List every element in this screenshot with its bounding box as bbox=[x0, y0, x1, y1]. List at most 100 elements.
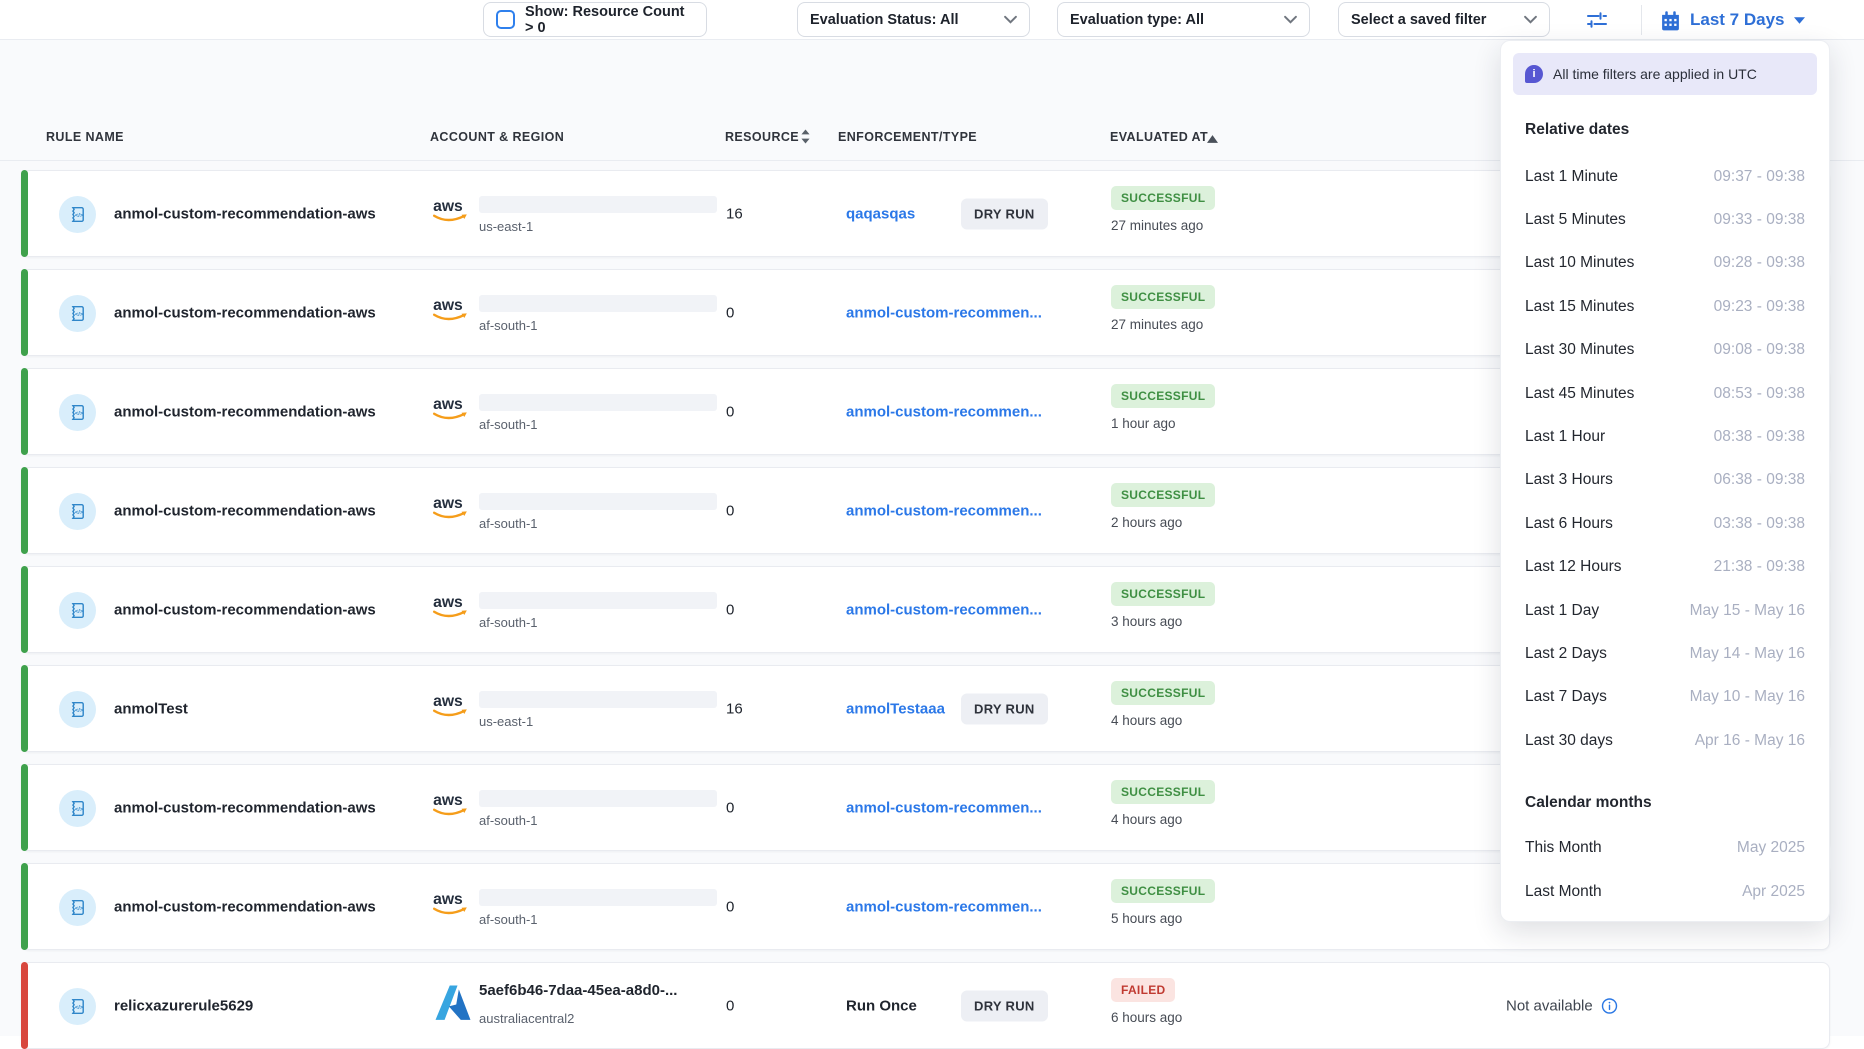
date-option-label: Last 1 Day bbox=[1525, 602, 1599, 620]
column-header-account-region: ACCOUNT & REGION bbox=[430, 130, 564, 144]
enforcement-link[interactable]: anmol-custom-recommen... bbox=[846, 304, 1042, 321]
enforcement-link[interactable]: anmolTestaaa bbox=[846, 700, 945, 717]
svg-text:</>: </> bbox=[75, 411, 84, 417]
evaluation-status-cell: SUCCESSFUL 4 hours ago bbox=[1111, 780, 1215, 827]
enforcement-link[interactable]: anmol-custom-recommen... bbox=[846, 898, 1042, 915]
date-range-option[interactable]: Last 6 Hours 03:38 - 09:38 bbox=[1501, 502, 1829, 545]
date-option-label: Last 45 Minutes bbox=[1525, 385, 1634, 403]
date-option-range: 08:38 - 09:38 bbox=[1714, 428, 1805, 446]
date-range-button[interactable]: Last 7 Days bbox=[1660, 3, 1805, 37]
svg-text:</>: </> bbox=[75, 1005, 84, 1011]
status-accent-bar bbox=[21, 764, 28, 851]
account-id-placeholder bbox=[479, 493, 717, 510]
date-option-range: 03:38 - 09:38 bbox=[1714, 515, 1805, 533]
evaluation-type-select[interactable]: Evaluation type: All bbox=[1057, 2, 1310, 37]
rule-avatar: </> bbox=[59, 790, 96, 827]
region-label: af-south-1 bbox=[479, 516, 538, 531]
rule-name: anmol-custom-recommendation-aws bbox=[114, 403, 376, 420]
region-label: af-south-1 bbox=[479, 912, 538, 927]
status-accent-bar bbox=[21, 467, 28, 554]
show-resource-count-toggle[interactable]: Show: Resource Count > 0 bbox=[483, 2, 707, 37]
enforcement-link[interactable]: anmol-custom-recommen... bbox=[846, 799, 1042, 816]
svg-text:aws: aws bbox=[433, 594, 463, 611]
date-range-option[interactable]: Last 10 Minutes 09:28 - 09:38 bbox=[1501, 242, 1829, 285]
date-range-option[interactable]: Last 1 Hour 08:38 - 09:38 bbox=[1501, 415, 1829, 458]
utc-notice-banner: i All time filters are applied in UTC bbox=[1513, 53, 1817, 95]
filter-settings-button[interactable] bbox=[1581, 5, 1613, 35]
region-label: us-east-1 bbox=[479, 714, 533, 729]
enforcement-link[interactable]: qaqasqas bbox=[846, 205, 915, 222]
date-range-option[interactable]: Last 1 Day May 15 - May 16 bbox=[1501, 589, 1829, 632]
status-badge: SUCCESSFUL bbox=[1111, 483, 1215, 507]
resource-count: 0 bbox=[726, 403, 734, 420]
enforcement-link[interactable]: anmol-custom-recommen... bbox=[846, 403, 1042, 420]
date-option-label: Last 10 Minutes bbox=[1525, 254, 1634, 272]
date-range-option[interactable]: Last 15 Minutes 09:23 - 09:38 bbox=[1501, 285, 1829, 328]
dry-run-badge: DRY RUN bbox=[961, 693, 1048, 724]
account-id: 5aef6b46-7daa-45ea-a8d0-... bbox=[479, 982, 677, 999]
svg-text:</>: </> bbox=[75, 906, 84, 912]
rule-code-icon: </> bbox=[68, 799, 87, 818]
rule-name: anmol-custom-recommendation-aws bbox=[114, 898, 376, 915]
region-label: af-south-1 bbox=[479, 615, 538, 630]
rule-code-icon: </> bbox=[68, 898, 87, 917]
evaluated-time: 3 hours ago bbox=[1111, 614, 1215, 629]
chevron-down-icon bbox=[1284, 15, 1297, 24]
enforcement-link: Run Once bbox=[846, 997, 917, 1014]
date-range-option[interactable]: Last 1 Minute 09:37 - 09:38 bbox=[1501, 155, 1829, 198]
resource-count: 0 bbox=[726, 997, 734, 1014]
date-option-range: May 10 - May 16 bbox=[1690, 688, 1805, 706]
evaluation-status-cell: SUCCESSFUL 27 minutes ago bbox=[1111, 285, 1215, 332]
info-icon[interactable] bbox=[1601, 997, 1618, 1014]
date-option-range: 21:38 - 09:38 bbox=[1714, 558, 1805, 576]
date-range-option[interactable]: Last 2 Days May 14 - May 16 bbox=[1501, 632, 1829, 675]
status-badge: SUCCESSFUL bbox=[1111, 879, 1215, 903]
date-range-option[interactable]: Last 7 Days May 10 - May 16 bbox=[1501, 676, 1829, 719]
rule-avatar: </> bbox=[59, 889, 96, 926]
evaluation-status-cell: SUCCESSFUL 3 hours ago bbox=[1111, 582, 1215, 629]
date-option-range: 09:08 - 09:38 bbox=[1714, 341, 1805, 359]
evaluation-status-select[interactable]: Evaluation Status: All bbox=[797, 2, 1030, 37]
saved-filter-select[interactable]: Select a saved filter bbox=[1338, 2, 1550, 37]
region-label: af-south-1 bbox=[479, 813, 538, 828]
account-id-placeholder bbox=[479, 691, 717, 708]
date-range-option[interactable]: Last 30 Minutes 09:08 - 09:38 bbox=[1501, 329, 1829, 372]
filter-toolbar: Show: Resource Count > 0 Evaluation Stat… bbox=[0, 0, 1864, 40]
dry-run-badge: DRY RUN bbox=[961, 198, 1048, 229]
utc-notice-text: All time filters are applied in UTC bbox=[1553, 66, 1757, 82]
calendar-months-heading: Calendar months bbox=[1525, 794, 1805, 812]
caret-down-icon bbox=[1794, 17, 1805, 24]
sliders-icon bbox=[1585, 8, 1609, 32]
rule-code-icon: </> bbox=[68, 700, 87, 719]
date-option-label: Last 1 Minute bbox=[1525, 168, 1618, 186]
date-range-option[interactable]: This Month May 2025 bbox=[1501, 826, 1829, 869]
aws-logo: aws bbox=[431, 783, 475, 827]
enforcement-link[interactable]: anmol-custom-recommen... bbox=[846, 601, 1042, 618]
date-range-option[interactable]: Last Month Apr 2025 bbox=[1501, 870, 1829, 913]
resource-count-checkbox[interactable] bbox=[496, 10, 515, 29]
evaluation-status-cell: SUCCESSFUL 1 hour ago bbox=[1111, 384, 1215, 431]
dry-run-badge: DRY RUN bbox=[961, 990, 1048, 1021]
sort-ascending-icon[interactable] bbox=[1207, 135, 1218, 143]
date-option-range: 08:53 - 09:38 bbox=[1714, 385, 1805, 403]
status-badge: SUCCESSFUL bbox=[1111, 186, 1215, 210]
column-header-evaluated-at: EVALUATED AT bbox=[1110, 130, 1208, 144]
account-id-placeholder bbox=[479, 889, 717, 906]
region-label: af-south-1 bbox=[479, 318, 538, 333]
account-id-placeholder bbox=[479, 295, 717, 312]
status-accent-bar bbox=[21, 863, 28, 950]
date-range-option[interactable]: Last 45 Minutes 08:53 - 09:38 bbox=[1501, 372, 1829, 415]
svg-text:</>: </> bbox=[75, 213, 84, 219]
aws-logo: aws bbox=[431, 387, 475, 431]
date-range-option[interactable]: Last 3 Hours 06:38 - 09:38 bbox=[1501, 459, 1829, 502]
date-range-option[interactable]: Last 5 Minutes 09:33 - 09:38 bbox=[1501, 198, 1829, 241]
date-range-option[interactable]: Last 12 Hours 21:38 - 09:38 bbox=[1501, 546, 1829, 589]
sort-toggle-icon[interactable] bbox=[800, 129, 811, 144]
date-option-label: Last 6 Hours bbox=[1525, 515, 1613, 533]
toolbar-divider bbox=[1641, 5, 1642, 35]
svg-text:aws: aws bbox=[433, 396, 463, 413]
evaluation-status-cell: FAILED 6 hours ago bbox=[1111, 978, 1182, 1025]
date-range-option[interactable]: Last 30 days Apr 16 - May 16 bbox=[1501, 719, 1829, 762]
rule-name: anmolTest bbox=[114, 700, 188, 717]
enforcement-link[interactable]: anmol-custom-recommen... bbox=[846, 502, 1042, 519]
